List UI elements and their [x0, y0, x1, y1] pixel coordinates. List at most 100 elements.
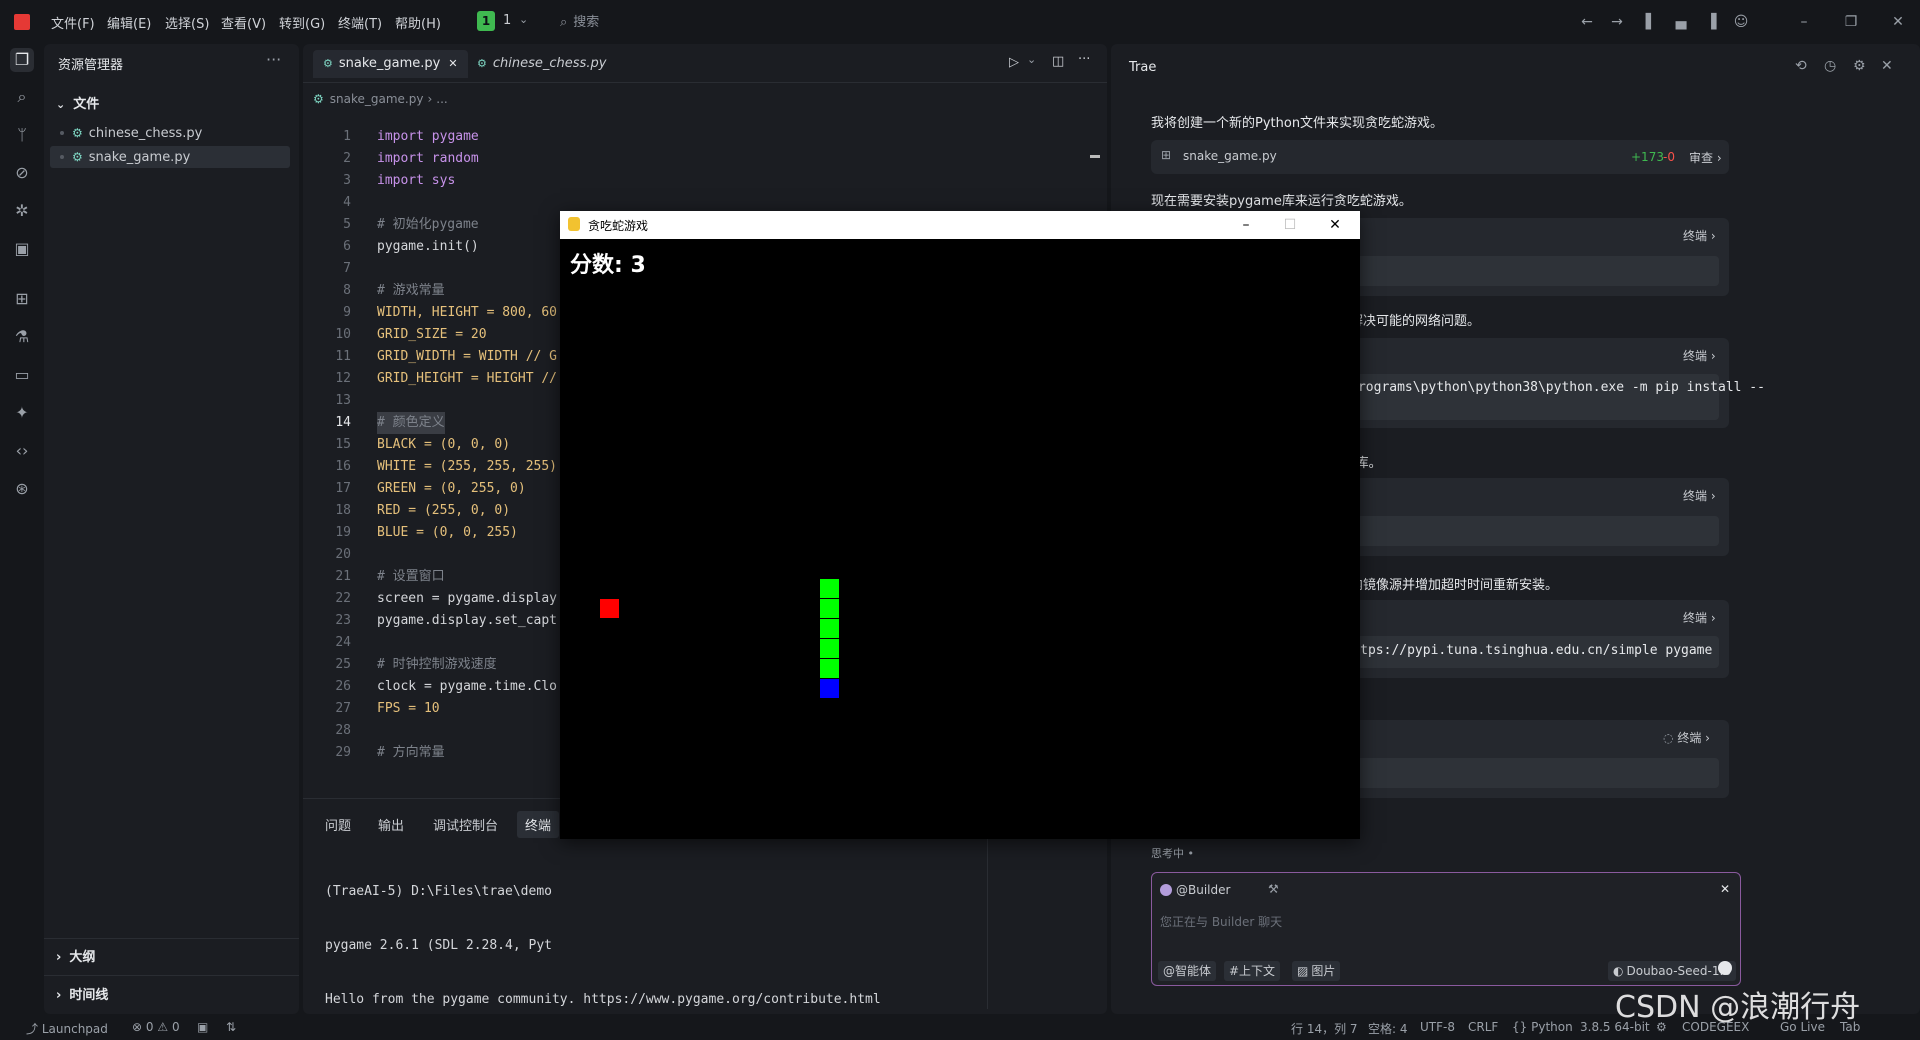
problems-indicator[interactable]: ⊗ 0 ⚠ 0 [132, 1020, 180, 1034]
extensions-icon[interactable]: ⊞ [10, 287, 34, 311]
agent-chip[interactable]: @智能体 [1158, 961, 1217, 981]
minimize-icon[interactable]: – [1795, 13, 1813, 31]
menu-view[interactable]: 查看(V) [221, 13, 266, 32]
menu-terminal[interactable]: 终端(T) [338, 13, 382, 32]
close-icon[interactable]: ✕ [1889, 13, 1907, 31]
remote-icon[interactable]: ⊘ [10, 161, 34, 185]
line-ending[interactable]: CRLF [1468, 1020, 1498, 1034]
indentation[interactable]: 空格: 4 [1368, 1020, 1408, 1037]
cursor-position[interactable]: 行 14，列 7 [1291, 1020, 1358, 1037]
code-icon[interactable]: ‹› [10, 439, 34, 463]
testing-icon[interactable]: ⚗ [10, 325, 34, 349]
debug-icon[interactable]: ✲ [10, 199, 34, 223]
source-control-icon[interactable]: ᛘ [10, 123, 34, 147]
menu-goto[interactable]: 转到(G) [279, 13, 325, 32]
panel-tab-output[interactable]: 输出 [370, 811, 412, 838]
file-item-chinese-chess[interactable]: ⚙ chinese_chess.py [50, 122, 290, 144]
code-line[interactable]: 3 import sys [303, 170, 1107, 192]
remote-explorer-icon[interactable]: ▣ [10, 237, 34, 261]
account-icon[interactable]: ☺ [1732, 13, 1750, 31]
encoding[interactable]: UTF-8 [1420, 1020, 1455, 1034]
file-item-snake-game[interactable]: ⚙ snake_game.py [50, 146, 290, 168]
tool-icon[interactable]: ⚒ [1268, 882, 1279, 896]
minimize-icon[interactable]: – [1226, 213, 1266, 237]
folder-header[interactable]: ⌄ 文件 [56, 93, 99, 112]
chevron-down-icon[interactable]: ⌄ [1027, 53, 1036, 66]
breadcrumb-file[interactable]: snake_game.py [330, 92, 424, 106]
code-text: import random [377, 151, 479, 166]
image-chip[interactable]: ▨ 图片 [1292, 961, 1341, 981]
search-icon[interactable]: ⌕ [10, 85, 34, 109]
tab-label: snake_game.py [338, 56, 441, 71]
code-text: GRID_SIZE = 20 [377, 327, 487, 342]
gear-icon[interactable]: ⚙ [1853, 58, 1866, 74]
history-icon[interactable]: ⟲ [1795, 58, 1807, 74]
close-icon[interactable]: ✕ [1720, 882, 1730, 896]
toggle-secondary-sidebar-icon[interactable]: ▐ [1702, 13, 1720, 31]
panel-tab-terminal[interactable]: 终端 [517, 811, 560, 838]
terminal-button[interactable]: 终端 › [1683, 487, 1716, 504]
explorer-icon[interactable]: ❐ [10, 48, 34, 72]
tab-chinese-chess[interactable]: ⚙ chinese_chess.py [467, 50, 616, 78]
close-icon[interactable]: ✕ [1881, 58, 1893, 74]
menu-edit[interactable]: 编辑(E) [107, 13, 151, 32]
code-line[interactable]: 2 import random [303, 148, 1107, 170]
menu-selection[interactable]: 选择(S) [165, 13, 209, 32]
menu-help[interactable]: 帮助(H) [395, 13, 441, 32]
more-icon[interactable]: ··· [1078, 52, 1090, 67]
tab-snake-game[interactable]: ⚙ snake_game.py ✕ [313, 50, 468, 78]
split-editor-icon[interactable]: ◫ [1052, 54, 1064, 69]
terminal-button[interactable]: ◌ 终端 › [1663, 729, 1710, 746]
game-titlebar[interactable]: 贪吃蛇游戏 – ☐ ✕ [560, 211, 1360, 239]
plugin-icon[interactable]: ✦ [10, 401, 34, 425]
menu-file[interactable]: 文件(F) [51, 13, 95, 32]
outline-section[interactable]: › 大纲 [56, 946, 95, 965]
terminal-button[interactable]: 终端 › [1683, 227, 1716, 244]
scrollbar-marker[interactable] [1090, 155, 1100, 158]
broadcast-icon[interactable]: ▣ [197, 1020, 208, 1034]
close-icon[interactable]: ✕ [448, 57, 457, 70]
more-icon[interactable]: ··· [266, 50, 281, 69]
close-icon[interactable]: ✕ [1315, 213, 1355, 237]
clock-icon[interactable]: ◷ [1824, 58, 1836, 74]
breadcrumb-more[interactable]: ... [436, 92, 447, 106]
sync-icon[interactable]: ⇅ [226, 1020, 236, 1034]
run-icon[interactable]: ▷ [1009, 55, 1019, 70]
maximize-icon[interactable]: ☐ [1270, 213, 1310, 237]
review-button[interactable]: 审查 › [1689, 149, 1722, 166]
terminal-button[interactable]: 终端 › [1683, 347, 1716, 364]
panel-tab-problems[interactable]: 问题 [317, 811, 359, 838]
python-icon[interactable]: ⊛ [10, 477, 34, 501]
workspace-badge[interactable]: 1 [477, 11, 495, 31]
terminal-output[interactable]: (TraeAI-5) D:\Files\trae\demo pygame 2.6… [325, 847, 881, 1014]
file-change-card[interactable]: ⊞ snake_game.py +173 -0 审查 › [1151, 140, 1729, 174]
forward-arrow-icon[interactable]: → [1608, 13, 1626, 31]
restore-icon[interactable]: ❐ [1842, 13, 1860, 31]
timeline-section[interactable]: › 时间线 [56, 984, 108, 1003]
file-name: snake_game.py [88, 150, 191, 165]
model-selector[interactable]: ◐ Doubao-Seed-1.6 [1608, 961, 1736, 981]
workspace-count[interactable]: 1 [503, 13, 511, 28]
plus-square-icon: ⊞ [1161, 148, 1172, 162]
chevron-down-icon[interactable]: ⌄ [519, 13, 528, 26]
code-text: pygame.display.set_capt [377, 613, 558, 628]
code-line[interactable]: 1 import pygame [303, 126, 1107, 148]
chat-input-box[interactable]: @Builder ⚒ ✕ 您正在与 Builder 聊天 @智能体 #上下文 ▨… [1151, 872, 1741, 986]
back-arrow-icon[interactable]: ← [1578, 13, 1596, 31]
terminal-button[interactable]: 终端 › [1683, 609, 1716, 626]
code-text: # 初始化pygame [377, 217, 479, 232]
line-number: 24 [335, 635, 351, 650]
launchpad-button[interactable]: ⤴ Launchpad [26, 1020, 108, 1037]
toggle-sidebar-icon[interactable]: ▌ [1642, 13, 1660, 31]
panel-tab-debug-console[interactable]: 调试控制台 [425, 811, 506, 838]
toggle-panel-icon[interactable]: ▄ [1672, 13, 1690, 31]
chat-input[interactable]: 您正在与 Builder 聊天 [1160, 913, 1720, 930]
context-chip[interactable]: #上下文 [1224, 961, 1281, 981]
agent-selector[interactable]: @Builder [1160, 883, 1230, 897]
folder-icon[interactable]: ▭ [10, 363, 34, 387]
loading-icon: ◌ [1663, 731, 1674, 745]
language-mode[interactable]: {} Python [1512, 1020, 1573, 1034]
game-canvas[interactable]: 分数: 3 [560, 239, 1360, 839]
search-box[interactable]: ⌕ 搜索 [560, 11, 770, 33]
stop-button[interactable] [1718, 961, 1732, 975]
